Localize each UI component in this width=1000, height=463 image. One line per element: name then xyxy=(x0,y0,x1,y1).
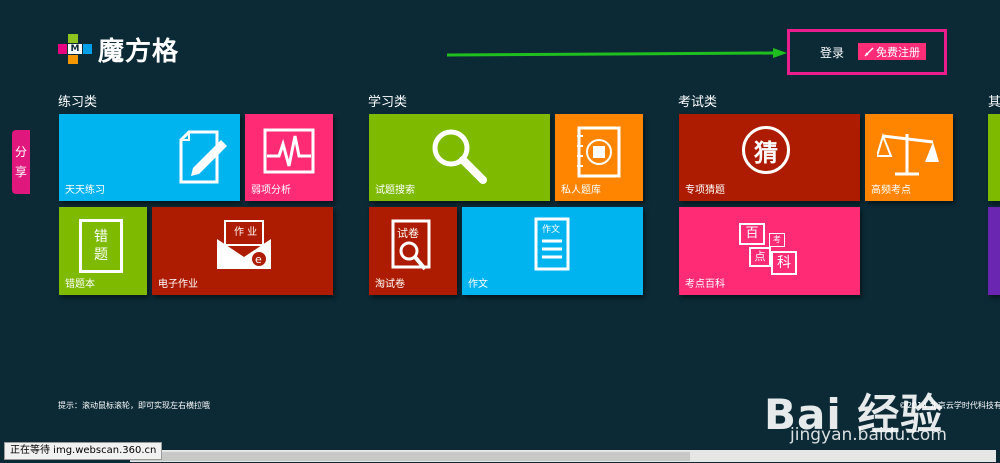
category-practice: 练习类 xyxy=(58,95,98,110)
tile-mistake-book-label: 错题本 xyxy=(65,279,95,290)
annotation-arrow-icon xyxy=(447,48,787,58)
login-link[interactable]: 登录 xyxy=(820,44,844,61)
document-text: 作文 xyxy=(542,225,561,235)
tile-mistake-book[interactable]: 错 题 错题本 xyxy=(59,207,147,295)
tile-weak-analysis[interactable]: 弱项分析 xyxy=(245,114,333,201)
tile-private-bank[interactable]: 私人题库 xyxy=(555,114,643,201)
watermark-url: jingyan.baidu.com xyxy=(790,425,947,445)
envelope-label: 作 业 xyxy=(234,227,258,238)
scroll-hint: 提示：滚动鼠标滚轮，即可实现左右横拉哦 xyxy=(58,401,210,410)
notebook-char-2: 题 xyxy=(94,247,108,263)
tile-weak-analysis-label: 弱项分析 xyxy=(251,185,291,196)
tile-daily-practice-label: 天天练习 xyxy=(65,185,105,196)
tile-paper-browse[interactable]: 试卷 淘试卷 xyxy=(369,207,457,295)
wiki-char-1: 百 xyxy=(745,226,759,241)
tile-points-wiki-label: 考点百科 xyxy=(685,279,725,290)
notebook-char-1: 错 xyxy=(94,229,108,245)
tile-composition-label: 作文 xyxy=(468,279,488,290)
category-exam: 考试类 xyxy=(678,95,718,110)
logo-mark-icon: M xyxy=(58,34,92,64)
wiki-char-2: 点 xyxy=(754,250,766,263)
wiki-box-2: 点 xyxy=(749,247,771,267)
share-label-2: 享 xyxy=(14,165,27,179)
tile-e-homework[interactable]: e 作 业 电子作业 xyxy=(152,207,333,295)
tile-question-search[interactable]: 试题搜索 xyxy=(369,114,550,201)
heartbeat-chart-icon xyxy=(263,128,315,174)
tile-frequent-points[interactable]: 高频考点 xyxy=(865,114,953,201)
guess-char: 猜 xyxy=(754,138,778,167)
wiki-char-3: 科 xyxy=(777,255,791,271)
scale-icon xyxy=(877,132,939,176)
share-button[interactable]: 分 享 xyxy=(12,130,30,194)
register-label: 免费注册 xyxy=(876,45,920,59)
tile-paper-browse-label: 淘试卷 xyxy=(375,279,405,290)
share-label-1: 分 xyxy=(14,145,27,159)
browser-status-bar: 正在等待 img.webscan.360.cn xyxy=(4,442,163,460)
tile-points-wiki[interactable]: 百 点 科 考 考点百科 xyxy=(679,207,860,295)
logo[interactable]: M 魔方格 xyxy=(58,34,179,67)
guess-circle-icon: 猜 xyxy=(742,126,790,174)
tile-topic-guess[interactable]: 猜 专项猜题 xyxy=(679,114,860,201)
wiki-box-1: 百 xyxy=(739,223,765,245)
tile-frequent-points-label: 高频考点 xyxy=(871,185,911,196)
tile-other-bottom[interactable] xyxy=(988,207,1000,295)
wiki-box-4: 考 xyxy=(769,233,785,247)
tile-question-search-label: 试题搜索 xyxy=(375,185,415,196)
tile-e-homework-label: 电子作业 xyxy=(158,279,198,290)
category-study: 学习类 xyxy=(368,95,408,110)
magnifier-icon xyxy=(432,129,487,184)
svg-text:e: e xyxy=(255,253,262,266)
wiki-char-4: 考 xyxy=(773,235,781,244)
pencil-paper-icon xyxy=(179,130,227,184)
scrollbar-thumb[interactable] xyxy=(130,452,690,461)
tile-composition[interactable]: 作文 作文 xyxy=(462,207,643,295)
tile-private-bank-label: 私人题库 xyxy=(561,185,601,196)
notebook-icon: 错 题 xyxy=(79,219,123,273)
wiki-box-3: 科 xyxy=(771,251,797,275)
paper-search-text: 试卷 xyxy=(397,227,419,240)
register-button[interactable]: 免费注册 xyxy=(858,43,926,60)
logo-text: 魔方格 xyxy=(98,36,180,67)
category-other: 其 xyxy=(988,95,1000,110)
tile-other-top[interactable] xyxy=(988,114,1000,201)
pen-icon xyxy=(864,47,874,56)
tile-topic-guess-label: 专项猜题 xyxy=(685,185,725,196)
tile-daily-practice[interactable]: 天天练习 xyxy=(59,114,240,201)
calculator-book-icon xyxy=(577,126,621,178)
